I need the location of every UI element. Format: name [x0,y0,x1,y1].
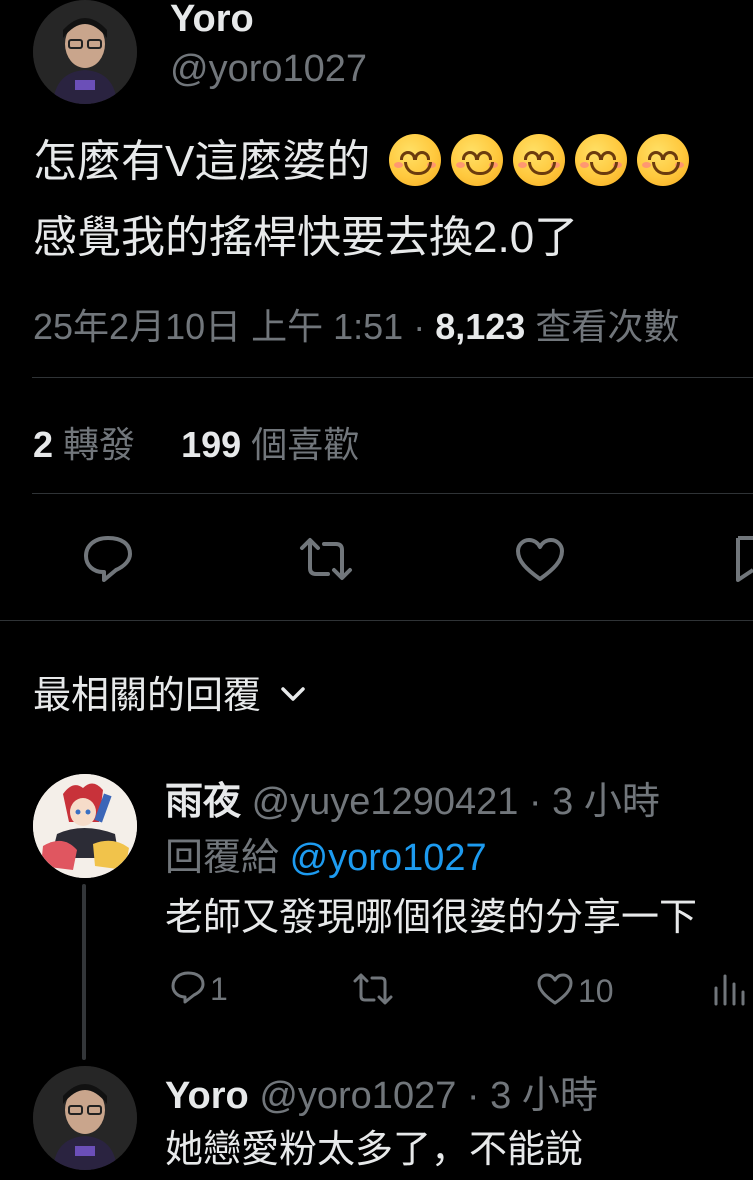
reply-author-name[interactable]: 雨夜 [165,781,241,823]
views-count[interactable]: 8,123 [435,306,525,347]
reply-to-handle[interactable]: @yoro1027 [290,837,487,879]
retweet-icon[interactable] [298,536,354,587]
chevron-down-icon [279,670,307,713]
replies-sort-label: 最相關的回覆 [33,675,262,717]
smiling-face-icon [574,134,627,186]
reply-count: 1 [210,971,228,1007]
divider [0,620,753,621]
retweets-count[interactable]: 2 [33,424,53,465]
like-icon[interactable] [514,537,566,588]
bookmark-icon[interactable] [734,534,753,589]
reply-time[interactable]: · 3 小時 [529,781,660,823]
reply-reply-button[interactable]: 1 [170,970,228,1009]
reply-avatar[interactable] [33,774,137,878]
thread-connector [82,884,86,1060]
tweet-meta: 25年2月10日 上午 1:51 · 8,123 查看次數 [33,298,679,350]
avatar-photo [33,1066,137,1170]
reply-header: 雨夜 @yuye1290421 · 3 小時 [165,770,660,825]
analytics-icon[interactable] [712,972,748,1011]
reply-text: 她戀愛粉太多了，不能說 [165,1129,584,1171]
tweet-timestamp[interactable]: 25年2月10日 上午 1:51 [33,306,403,347]
smiling-face-icon [512,134,565,186]
author-handle[interactable]: @yoro1027 [170,48,367,91]
reply-to-line: 回覆給 @yoro1027 [165,826,487,881]
reply-icon [170,970,206,1009]
engagement-counts: 2 轉發 199 個喜歡 [33,416,359,468]
author-name[interactable]: Yoro [170,0,254,41]
replies-sort-dropdown[interactable]: 最相關的回覆 [33,664,307,719]
reply-like-button[interactable]: 10 [536,972,614,1011]
divider [32,377,753,378]
tweet-text-part: 怎麼有V這麼婆的 [33,137,371,186]
views-label: 查看次數 [535,306,680,347]
reply-author-name[interactable]: Yoro [165,1075,249,1117]
likes-count[interactable]: 199 [181,424,241,465]
author-avatar[interactable] [33,0,137,104]
smiling-face-icon [450,134,503,186]
emoji-group [376,134,689,186]
tweet-text: 怎麼有V這麼婆的 感覺我的搖桿快要去換2.0了 [33,132,689,268]
smiling-face-icon [636,134,689,186]
reply-header: Yoro @yoro1027 · 3 小時 [165,1064,598,1119]
anime-character-avatar [33,774,137,878]
likes-label[interactable]: 個喜歡 [251,424,359,465]
reply-icon[interactable] [82,534,134,587]
avatar-photo [33,0,137,104]
tweet-text-line1: 怎麼有V這麼婆的 [33,132,689,192]
reply-time[interactable]: · 3 小時 [467,1075,598,1117]
reply-text: 老師又發現哪個很婆的分享一下 [165,897,698,939]
reply-author-handle[interactable]: @yuye1290421 [252,781,519,823]
like-count: 10 [578,973,614,1009]
divider [32,493,753,494]
tweet-text-line2: 感覺我的搖桿快要去換2.0了 [33,213,579,262]
retweet-icon[interactable] [352,972,394,1011]
reply-avatar[interactable] [33,1066,137,1170]
smiling-face-icon [388,134,441,186]
reply-author-handle[interactable]: @yoro1027 [259,1075,456,1117]
like-icon [536,972,574,1011]
reply-to-label: 回覆給 [165,837,280,879]
separator-dot: · [413,306,426,347]
retweets-label[interactable]: 轉發 [63,424,135,465]
